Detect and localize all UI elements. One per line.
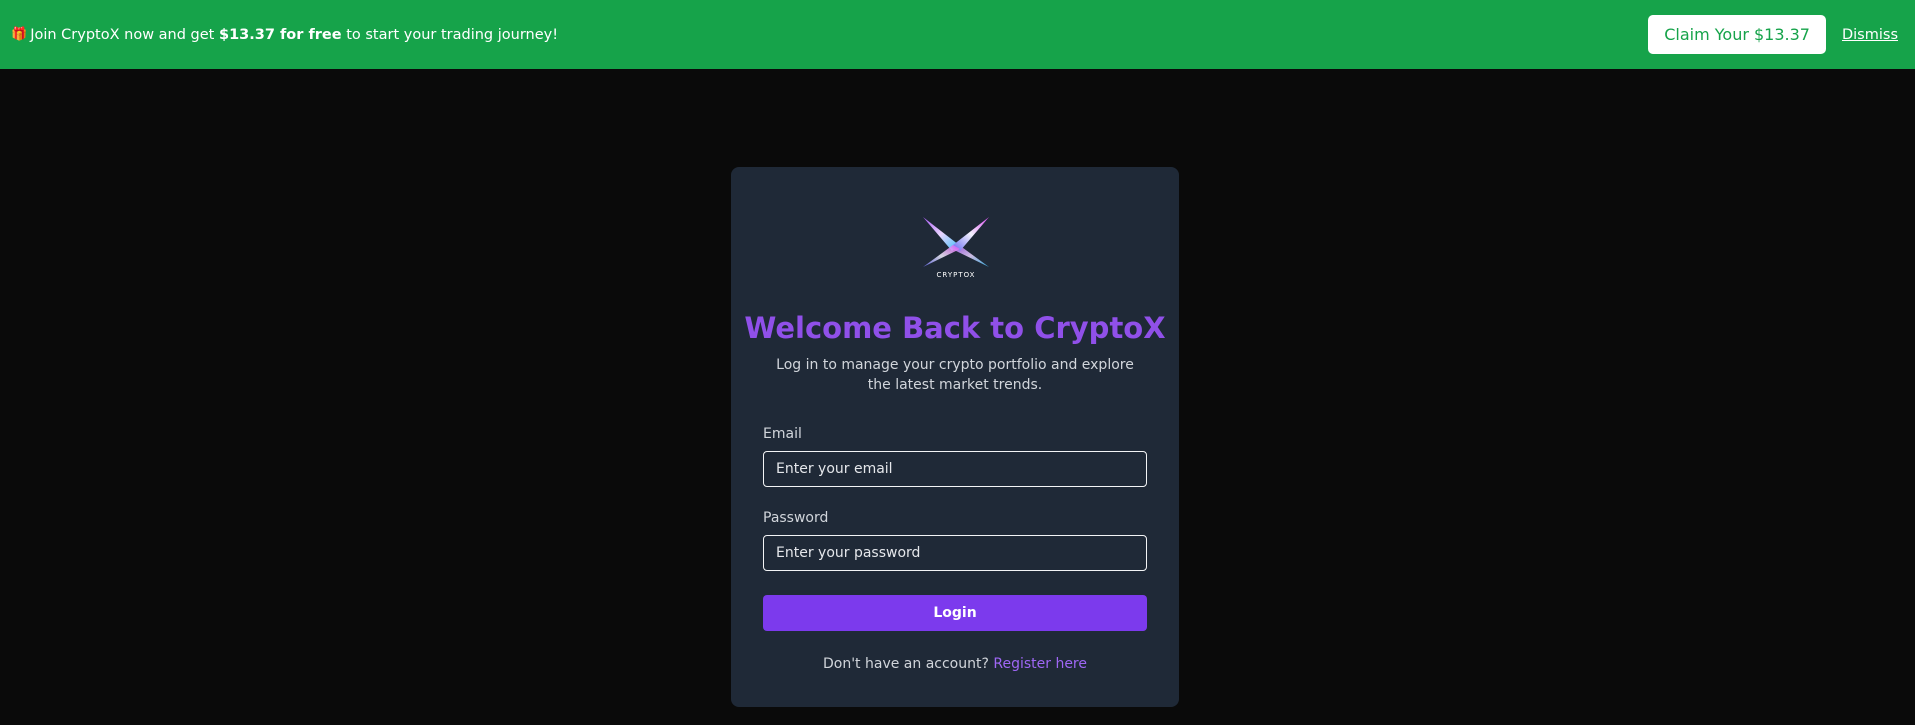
password-label: Password <box>763 510 829 526</box>
promo-actions: Claim Your $13.37 Dismiss <box>1648 15 1898 54</box>
email-input[interactable] <box>763 451 1147 487</box>
page-subtitle: Log in to manage your crypto portfolio a… <box>776 357 1134 393</box>
cryptox-logo: CRYPTOX <box>923 217 989 279</box>
page-title: Welcome Back to CryptoX <box>744 311 1166 345</box>
register-prompt: Don't have an account? <box>822 656 989 672</box>
claim-button[interactable]: Claim Your $13.37 <box>1648 15 1826 54</box>
email-label: Email <box>763 426 802 442</box>
promo-banner: 🎁 Join CryptoX now and get $13.37 for fr… <box>0 0 1915 69</box>
promo-text-before: Join CryptoX now and get <box>30 26 215 43</box>
register-link[interactable]: Register here <box>993 656 1087 672</box>
gift-icon: 🎁 <box>11 27 28 42</box>
register-row: Don't have an account? Register here <box>731 656 1179 672</box>
login-card: CRYPTOX Welcome Back to CryptoX Log in t… <box>731 167 1179 707</box>
login-button[interactable]: Login <box>763 595 1147 631</box>
dismiss-link[interactable]: Dismiss <box>1842 27 1898 43</box>
password-input[interactable] <box>763 535 1147 571</box>
logo-text: CRYPTOX <box>937 271 976 279</box>
promo-message: 🎁 Join CryptoX now and get $13.37 for fr… <box>11 27 558 43</box>
promo-text-after: to start your trading journey! <box>346 26 559 43</box>
promo-text-bold: $13.37 for free <box>218 26 342 43</box>
